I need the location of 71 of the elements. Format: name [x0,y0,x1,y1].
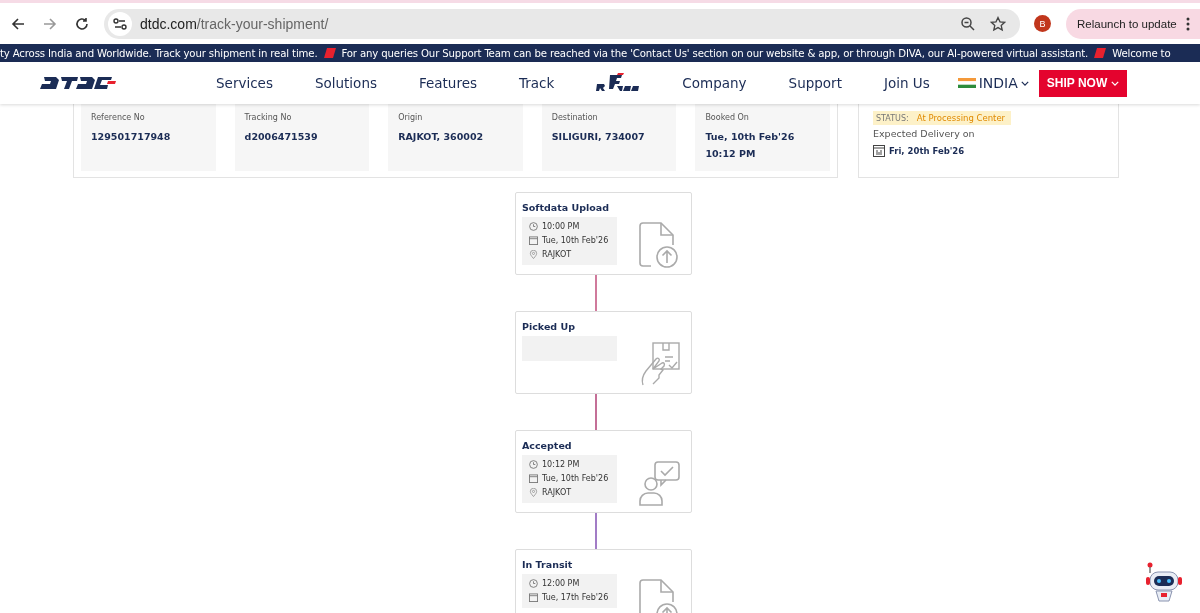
forward-icon[interactable] [42,15,58,32]
url-text: dtdc.com/track-your-shipment/ [140,15,329,32]
company-logo[interactable] [40,76,116,90]
detail-value: Tue, 10th Feb'26 [705,130,796,144]
address-bar[interactable]: dtdc.com/track-your-shipment/ [104,8,1020,39]
location-pin-icon [529,488,538,497]
back-icon[interactable] [10,15,26,32]
step-date: Tue, 10th Feb'26 [542,474,609,483]
nav-link[interactable]: Features [418,75,478,91]
step-title: Accepted [522,440,573,451]
status-label: STATUS: [876,113,909,123]
calendar-icon [529,236,538,245]
reload-icon[interactable] [74,15,90,32]
step-date: Tue, 17th Feb'26 [542,593,609,602]
nav-link[interactable]: Solutions [314,75,377,91]
detail-value: d2006471539 [244,130,319,144]
nav-link[interactable]: Services [216,75,273,91]
hand-package-icon [639,341,681,387]
ticker-text: For any queries Our Support Team can be reached via the 'Contact Us' section on our website & app, or through DIVA, our AI-powered virtual assistant. [341,46,1089,60]
file-upload-icon [639,222,681,268]
detail-value: SILIGURI, 734007 [551,130,646,144]
calendar-icon [529,474,538,483]
zoom-out-icon[interactable] [960,15,976,32]
chevron-icon [1020,80,1029,86]
calendar-icon [529,593,538,602]
person-chat-icon [639,460,681,506]
step-date: Tue, 10th Feb'26 [542,236,609,245]
brand-logo[interactable] [596,72,641,94]
profile-avatar[interactable]: B [1034,15,1051,32]
detail-label: Origin [398,113,424,122]
step-place: RAJKOT [542,250,572,259]
step-place: RAJKOT [542,488,572,497]
ticker-text: Welcome to [1112,46,1171,60]
step-title: In Transit [522,559,574,570]
chevron-icon [1111,80,1120,86]
expected-date: Fri, 20th Feb'26 [889,146,965,156]
separator-icon [1094,48,1107,58]
detail-value: 10:12 PM [705,147,757,161]
relaunch-button[interactable]: Relaunch to update [1066,8,1200,39]
detail-value: RAJKOT, 360002 [398,130,485,144]
nav-link[interactable]: Join Us [883,75,930,91]
flag-icon [957,78,976,88]
step-time: 10:00 PM [542,222,580,231]
site-settings-icon[interactable] [108,11,132,36]
detail-label: Booked On [705,113,750,122]
detail-value: 129501717948 [91,130,172,144]
detail-label: Reference No [91,113,146,122]
expected-label: Expected Delivery on [873,128,975,139]
calendar-icon [873,145,885,157]
nav-link[interactable]: Track [519,75,555,91]
nav-link[interactable]: Support [788,75,842,91]
star-icon[interactable] [990,15,1006,32]
step-time: 12:00 PM [542,579,580,588]
nav-link[interactable]: Company [682,75,747,91]
detail-label: Destination [551,113,599,122]
step-title: Picked Up [522,321,576,332]
clock-icon [529,579,538,588]
clock-icon [529,460,538,469]
status-value: At Processing Center [916,113,1006,123]
ticker-text: ty Across India and Worldwide. Track your shipment in real time. [0,46,318,60]
country-selector[interactable]: INDIA [957,75,1029,91]
detail-label: Tracking No [244,113,293,122]
more-icon [1185,16,1190,31]
file-upload-icon [639,579,681,613]
ship-now-button[interactable]: SHIP NOW [1038,69,1128,97]
step-time: 10:12 PM [542,460,580,469]
chatbot-icon[interactable] [1144,561,1184,605]
separator-icon [323,48,336,58]
step-title: Softdata Upload [522,202,611,213]
clock-icon [529,222,538,231]
location-pin-icon [529,250,538,259]
